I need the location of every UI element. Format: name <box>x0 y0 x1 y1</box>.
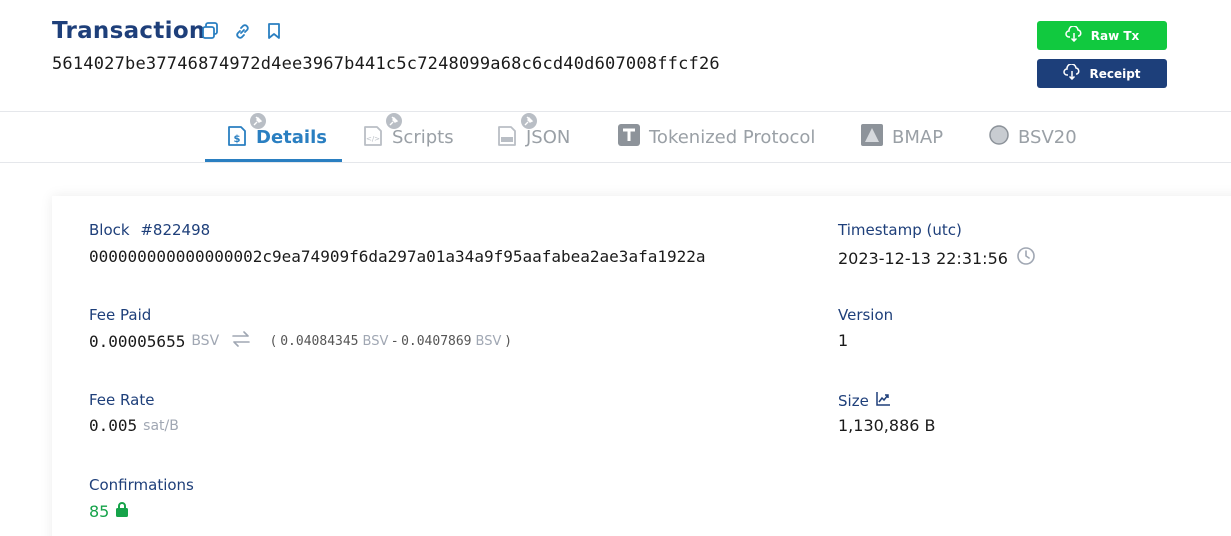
timestamp-row: 2023-12-13 22:31:56 <box>838 246 1036 270</box>
tab-bsv20[interactable]: BSV20 <box>988 112 1077 163</box>
pin-icon <box>521 113 537 129</box>
block-label: Block <box>89 221 130 239</box>
size-label: Size <box>838 392 869 410</box>
fee-input-unit: BSV <box>362 333 389 349</box>
fee-open-paren: ( <box>271 333 277 349</box>
tab-scripts[interactable]: </> Scripts <box>362 112 454 163</box>
tab-label: Details <box>256 127 327 148</box>
receipt-button[interactable]: Receipt <box>1037 59 1167 88</box>
timestamp-label: Timestamp (utc) <box>838 221 962 239</box>
fee-output-unit: BSV <box>475 333 502 349</box>
tab-label: JSON <box>526 127 571 148</box>
fee-rate-label: Fee Rate <box>89 391 155 409</box>
fee-paid-unit: BSV <box>191 333 220 349</box>
tab-bmap[interactable]: BMAP <box>860 112 943 163</box>
receipt-label: Receipt <box>1089 66 1141 81</box>
tab-details[interactable]: $ Details <box>226 112 327 163</box>
copy-icon[interactable] <box>200 21 220 41</box>
fee-breakdown: ( 0.04084345 BSV - 0.0407869 BSV ) <box>271 334 510 349</box>
block-number-link[interactable]: #822498 <box>140 221 210 239</box>
tab-bar: $ Details </> Scripts JSON Tokenized Pro… <box>0 112 1231 163</box>
bmap-logo-icon <box>860 123 884 152</box>
title-actions <box>200 21 284 41</box>
link-icon[interactable] <box>232 21 252 41</box>
tokenized-logo-icon <box>617 123 641 152</box>
svg-text:</>: </> <box>366 135 380 143</box>
bookmark-icon[interactable] <box>264 21 284 41</box>
block-label-row: Block #822498 <box>89 221 210 239</box>
clock-icon[interactable] <box>1016 246 1036 270</box>
raw-tx-button[interactable]: Raw Tx <box>1037 21 1167 50</box>
fee-minus-sign: - <box>392 333 398 349</box>
details-card: Block #822498 000000000000000002c9ea7490… <box>52 196 1231 536</box>
tab-label: Tokenized Protocol <box>649 127 816 148</box>
tab-label: BMAP <box>892 127 944 148</box>
fee-rate-value: 0.005 <box>89 416 138 435</box>
tab-label: Scripts <box>392 127 454 148</box>
bsv20-logo-icon <box>988 124 1010 151</box>
tab-label: BSV20 <box>1018 127 1077 148</box>
code-file-icon: </> <box>362 122 384 153</box>
cloud-download-icon <box>1063 63 1081 83</box>
transaction-header: Transaction 5614027be37746874972d4ee3967… <box>0 0 1231 112</box>
size-label-row: Size <box>838 391 891 411</box>
confirmations-value: 85 <box>89 501 110 521</box>
version-label: Version <box>838 306 894 324</box>
fee-input-value: 0.04084345 <box>280 333 359 349</box>
page-title: Transaction <box>52 18 206 44</box>
lock-icon <box>115 501 129 521</box>
fee-rate-row: 0.005 sat/B <box>89 416 179 435</box>
transaction-id: 5614027be37746874972d4ee3967b441c5c72480… <box>52 54 720 74</box>
pin-icon <box>250 113 266 129</box>
active-tab-indicator <box>205 159 342 162</box>
fee-rate-unit: sat/B <box>143 417 179 434</box>
timestamp-value: 2023-12-13 22:31:56 <box>838 248 1008 268</box>
raw-tx-label: Raw Tx <box>1090 28 1140 43</box>
fee-output-value: 0.0407869 <box>401 333 472 349</box>
confirmations-row: 85 <box>89 501 129 521</box>
json-file-icon <box>496 122 518 153</box>
size-value: 1,130,886 B <box>838 416 936 435</box>
fee-close-paren: ) <box>505 333 511 349</box>
cloud-download-icon <box>1065 25 1083 45</box>
svg-text:$: $ <box>234 134 241 145</box>
fee-paid-row: 0.00005655 BSV ( 0.04084345 BSV - 0.0407… <box>89 331 510 351</box>
tab-tokenized-protocol[interactable]: Tokenized Protocol <box>617 112 815 163</box>
swap-arrows-icon[interactable] <box>231 331 251 351</box>
block-hash[interactable]: 000000000000000002c9ea74909f6da297a01a34… <box>89 247 706 266</box>
version-value: 1 <box>838 331 849 350</box>
bitcoin-file-icon: $ <box>226 122 248 153</box>
chart-line-icon[interactable] <box>875 391 891 411</box>
confirmations-label: Confirmations <box>89 476 194 494</box>
fee-paid-value: 0.00005655 <box>89 331 186 351</box>
pin-icon <box>386 113 402 129</box>
fee-paid-label: Fee Paid <box>89 306 152 324</box>
